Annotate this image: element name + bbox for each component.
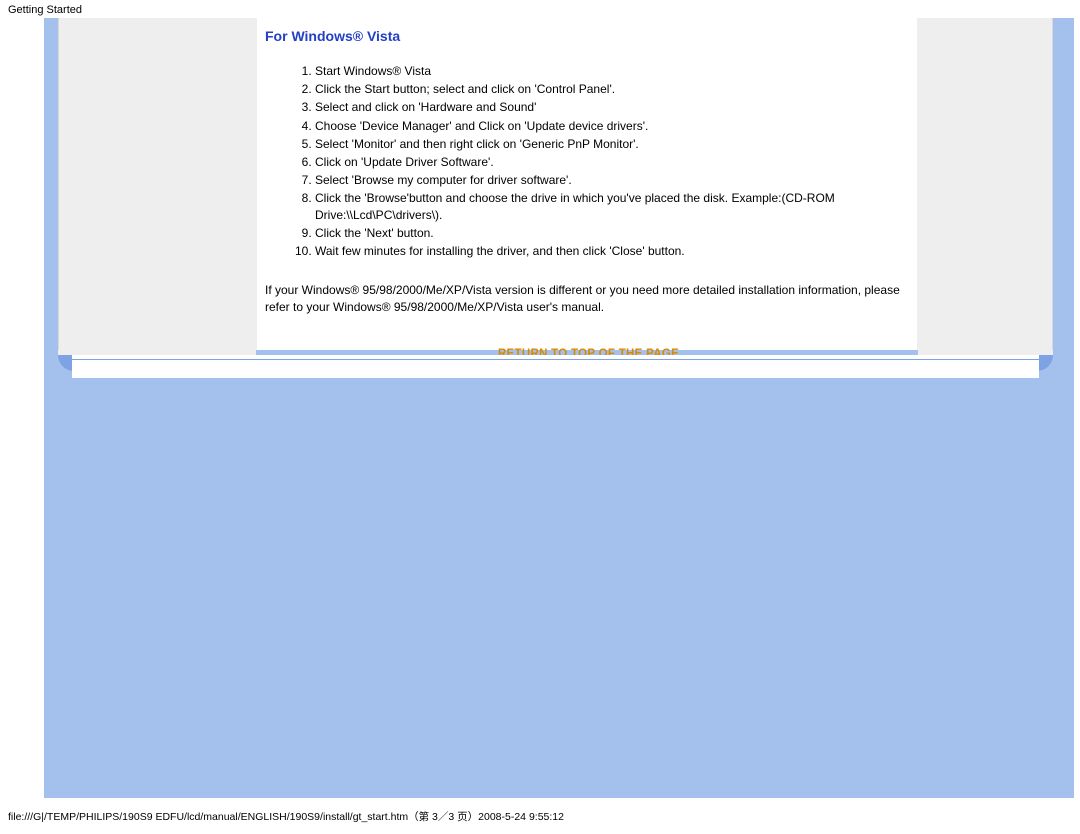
main-text-area: For Windows® Vista Start Windows® Vista … (265, 28, 912, 360)
header-title: Getting Started (8, 4, 82, 16)
list-item: Start Windows® Vista (315, 62, 912, 80)
list-item: Click the 'Browse'button and choose the … (315, 189, 912, 223)
rounded-corner-right (1037, 355, 1053, 371)
list-item: Choose 'Device Manager' and Click on 'Up… (315, 117, 912, 135)
bottom-white-strip (72, 360, 1039, 378)
list-item: Select and click on 'Hardware and Sound' (315, 98, 912, 116)
list-item: Wait few minutes for installing the driv… (315, 242, 912, 260)
list-item: Select 'Monitor' and then right click on… (315, 135, 912, 153)
list-item: Click the Start button; select and click… (315, 80, 912, 98)
list-item: Click the 'Next' button. (315, 224, 912, 242)
list-item: Select 'Browse my computer for driver so… (315, 171, 912, 189)
page-header: Getting Started (0, 0, 1080, 18)
list-item: Click on 'Update Driver Software'. (315, 153, 912, 171)
steps-list: Start Windows® Vista Click the Start but… (265, 62, 912, 260)
left-sidebar-grey (59, 18, 257, 350)
content-card: For Windows® Vista Start Windows® Vista … (58, 18, 1053, 350)
footer-file-path: file:///G|/TEMP/PHILIPS/190S9 EDFU/lcd/m… (8, 809, 564, 824)
right-sidebar-grey (917, 18, 1052, 350)
note-paragraph: If your Windows® 95/98/2000/Me/XP/Vista … (265, 282, 912, 316)
section-heading: For Windows® Vista (265, 28, 912, 44)
card-bottom-border (58, 355, 1053, 385)
